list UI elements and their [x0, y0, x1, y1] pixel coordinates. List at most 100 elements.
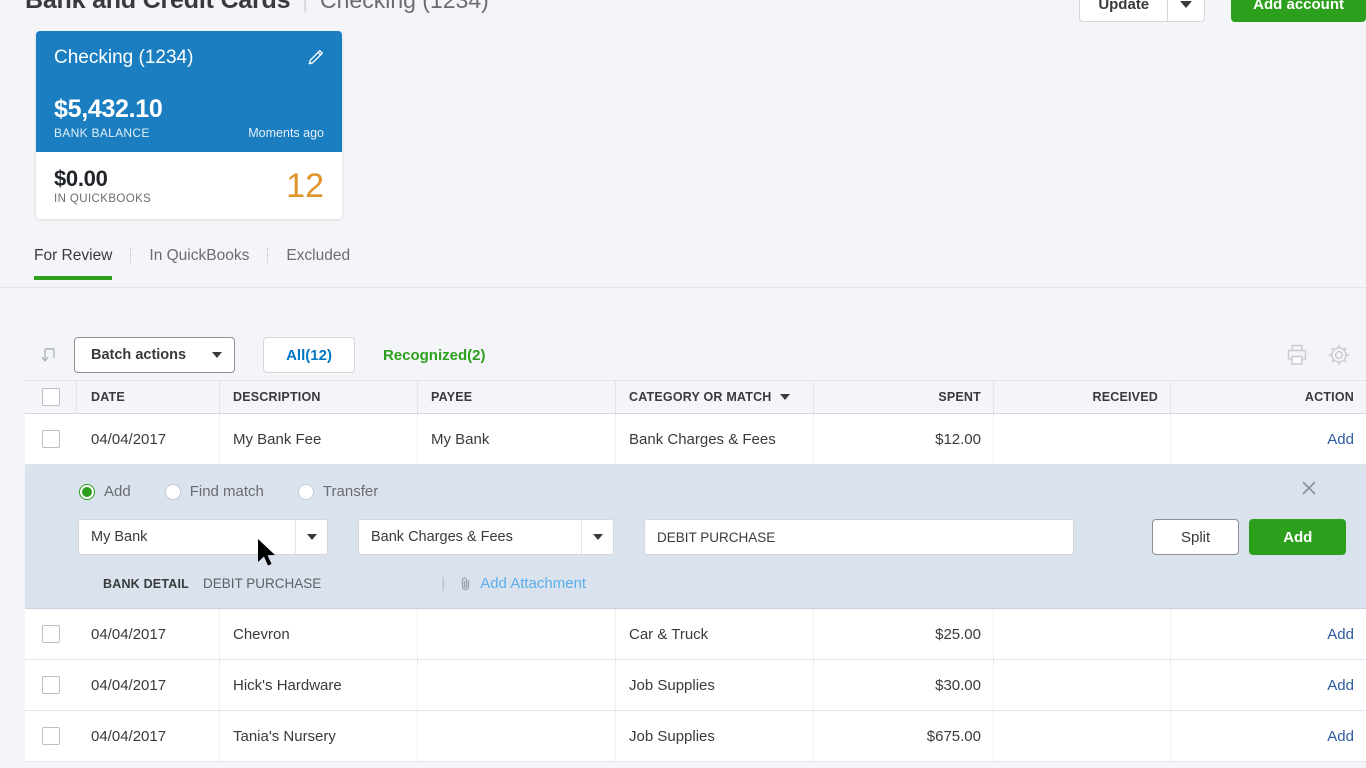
- add-transaction-link[interactable]: Add: [1327, 677, 1354, 694]
- cell-description: Chevron: [220, 609, 418, 659]
- column-header-payee[interactable]: PAYEE: [418, 381, 616, 413]
- cell-payee: [418, 660, 616, 710]
- tab-bar: For Review In QuickBooks Excluded: [0, 246, 1366, 288]
- row-checkbox[interactable]: [42, 676, 60, 694]
- add-transaction-link[interactable]: Add: [1327, 431, 1354, 448]
- cell-spent: $25.00: [814, 609, 994, 659]
- quickbooks-balance-amount: $0.00: [54, 166, 108, 191]
- cell-received: [994, 609, 1171, 659]
- cell-description: My Bank Fee: [220, 414, 418, 464]
- cell-category: Bank Charges & Fees: [616, 414, 814, 464]
- add-transaction-link[interactable]: Add: [1327, 626, 1354, 643]
- chevron-down-glyph: [592, 534, 603, 540]
- breadcrumb: Bank and Credit Cards | Checking (1234): [25, 0, 489, 15]
- chevron-down-icon: [779, 394, 790, 400]
- cell-category: Job Supplies: [616, 660, 814, 710]
- tab-excluded[interactable]: Excluded: [268, 246, 368, 280]
- cell-action: Add: [1171, 414, 1366, 464]
- add-account-button[interactable]: Add account: [1231, 0, 1366, 22]
- bank-balance-amount: $5,432.10: [54, 95, 163, 123]
- cell-action: Add: [1171, 660, 1366, 710]
- cell-payee: [418, 711, 616, 761]
- radio-find-match-indicator: [164, 483, 181, 500]
- transaction-edit-fields: My Bank Bank Charges & Fees DEBIT PURCHA…: [25, 519, 1366, 555]
- cell-action: Add: [1171, 609, 1366, 659]
- update-dropdown-button[interactable]: [1167, 0, 1206, 22]
- tab-in-quickbooks[interactable]: In QuickBooks: [131, 246, 267, 280]
- pending-transactions-count[interactable]: 12: [286, 169, 324, 203]
- batch-actions-button[interactable]: Batch actions: [74, 337, 236, 373]
- pencil-icon[interactable]: [306, 47, 326, 67]
- account-card-header: Checking (1234) $5,432.10 BANK BALANCE M…: [36, 31, 342, 152]
- breadcrumb-account-name: Checking (1234): [320, 0, 489, 13]
- select-all-cell: [25, 381, 77, 413]
- close-icon[interactable]: [1300, 479, 1318, 497]
- select-all-checkbox[interactable]: [41, 388, 60, 406]
- radio-add[interactable]: Add: [79, 483, 131, 500]
- radio-add-label: Add: [104, 483, 131, 500]
- gear-icon[interactable]: [1326, 342, 1352, 368]
- cell-date: 04/04/2017: [77, 609, 220, 659]
- last-updated-text: Moments ago: [248, 126, 324, 140]
- bank-detail-value: DEBIT PURCHASE: [203, 576, 322, 591]
- table-header-row: DATE DESCRIPTION PAYEE CATEGORY OR MATCH…: [25, 380, 1366, 414]
- tab-for-review[interactable]: For Review: [16, 246, 130, 280]
- column-header-date[interactable]: DATE: [77, 381, 220, 413]
- header-actions: Update Add account: [1079, 0, 1366, 22]
- bank-balance-label: BANK BALANCE: [54, 126, 150, 140]
- cell-received: [994, 660, 1171, 710]
- chevron-down-icon[interactable]: [581, 520, 613, 554]
- memo-input[interactable]: DEBIT PURCHASE: [644, 519, 1074, 555]
- bank-detail-label: BANK DETAIL: [103, 576, 189, 591]
- split-button[interactable]: Split: [1152, 519, 1240, 555]
- detail-separator: |: [441, 575, 446, 592]
- add-transaction-link[interactable]: Add: [1327, 728, 1354, 745]
- radio-transfer-label: Transfer: [322, 483, 379, 500]
- chevron-down-icon: [1180, 0, 1193, 8]
- table-row[interactable]: 04/04/2017 My Bank Fee My Bank Bank Char…: [25, 414, 1366, 465]
- row-checkbox[interactable]: [42, 727, 60, 745]
- column-header-spent[interactable]: SPENT: [814, 381, 994, 413]
- breadcrumb-separator: |: [302, 0, 309, 13]
- category-select-value: Bank Charges & Fees: [371, 529, 513, 545]
- cell-category: Job Supplies: [616, 711, 814, 761]
- table-row[interactable]: 04/04/2017 Hick's Hardware Job Supplies …: [25, 660, 1366, 711]
- table-row[interactable]: 04/04/2017 Chevron Car & Truck $25.00 Ad…: [25, 609, 1366, 660]
- radio-transfer[interactable]: Transfer: [297, 483, 379, 500]
- row-select-cell: [25, 660, 77, 710]
- cell-received: [994, 711, 1171, 761]
- add-confirm-button[interactable]: Add: [1249, 519, 1347, 555]
- radio-find-match[interactable]: Find match: [164, 483, 264, 500]
- bank-detail-row: BANK DETAIL DEBIT PURCHASE | Add Attachm…: [25, 575, 1366, 592]
- payee-select[interactable]: My Bank: [78, 519, 328, 555]
- cell-category: Car & Truck: [616, 609, 814, 659]
- cell-payee: My Bank: [418, 414, 616, 464]
- account-card[interactable]: Checking (1234) $5,432.10 BANK BALANCE M…: [36, 31, 342, 219]
- printer-icon[interactable]: [1284, 342, 1310, 368]
- category-select[interactable]: Bank Charges & Fees: [358, 519, 614, 555]
- cell-received: [994, 414, 1171, 464]
- row-checkbox[interactable]: [42, 625, 60, 643]
- quickbooks-banking-page: Bank and Credit Cards | Checking (1234) …: [0, 0, 1366, 768]
- add-attachment-link[interactable]: Add Attachment: [459, 575, 586, 592]
- column-header-action: ACTION: [1304, 390, 1354, 404]
- add-attachment-label: Add Attachment: [480, 575, 587, 592]
- table-row[interactable]: 04/04/2017 Tania's Nursery Job Supplies …: [25, 711, 1366, 762]
- column-header-description[interactable]: DESCRIPTION: [220, 381, 418, 413]
- page-header: Bank and Credit Cards | Checking (1234) …: [0, 0, 1366, 30]
- row-checkbox[interactable]: [42, 430, 60, 448]
- cell-payee: [418, 609, 616, 659]
- paperclip-icon: [462, 576, 470, 590]
- filter-down-arrow-icon[interactable]: [38, 342, 64, 368]
- row-select-cell: [25, 414, 77, 464]
- update-button[interactable]: Update: [1079, 0, 1168, 22]
- filter-recognized-button[interactable]: Recognized(2): [383, 337, 486, 373]
- column-header-category[interactable]: CATEGORY OR MATCH: [616, 381, 814, 413]
- cell-description: Hick's Hardware: [220, 660, 418, 710]
- filter-all-button[interactable]: All(12): [263, 337, 355, 373]
- chevron-down-icon[interactable]: [295, 520, 327, 554]
- payee-select-value: My Bank: [91, 529, 148, 545]
- column-header-received[interactable]: RECEIVED: [994, 381, 1171, 413]
- cell-date: 04/04/2017: [77, 660, 220, 710]
- row-select-cell: [25, 711, 77, 761]
